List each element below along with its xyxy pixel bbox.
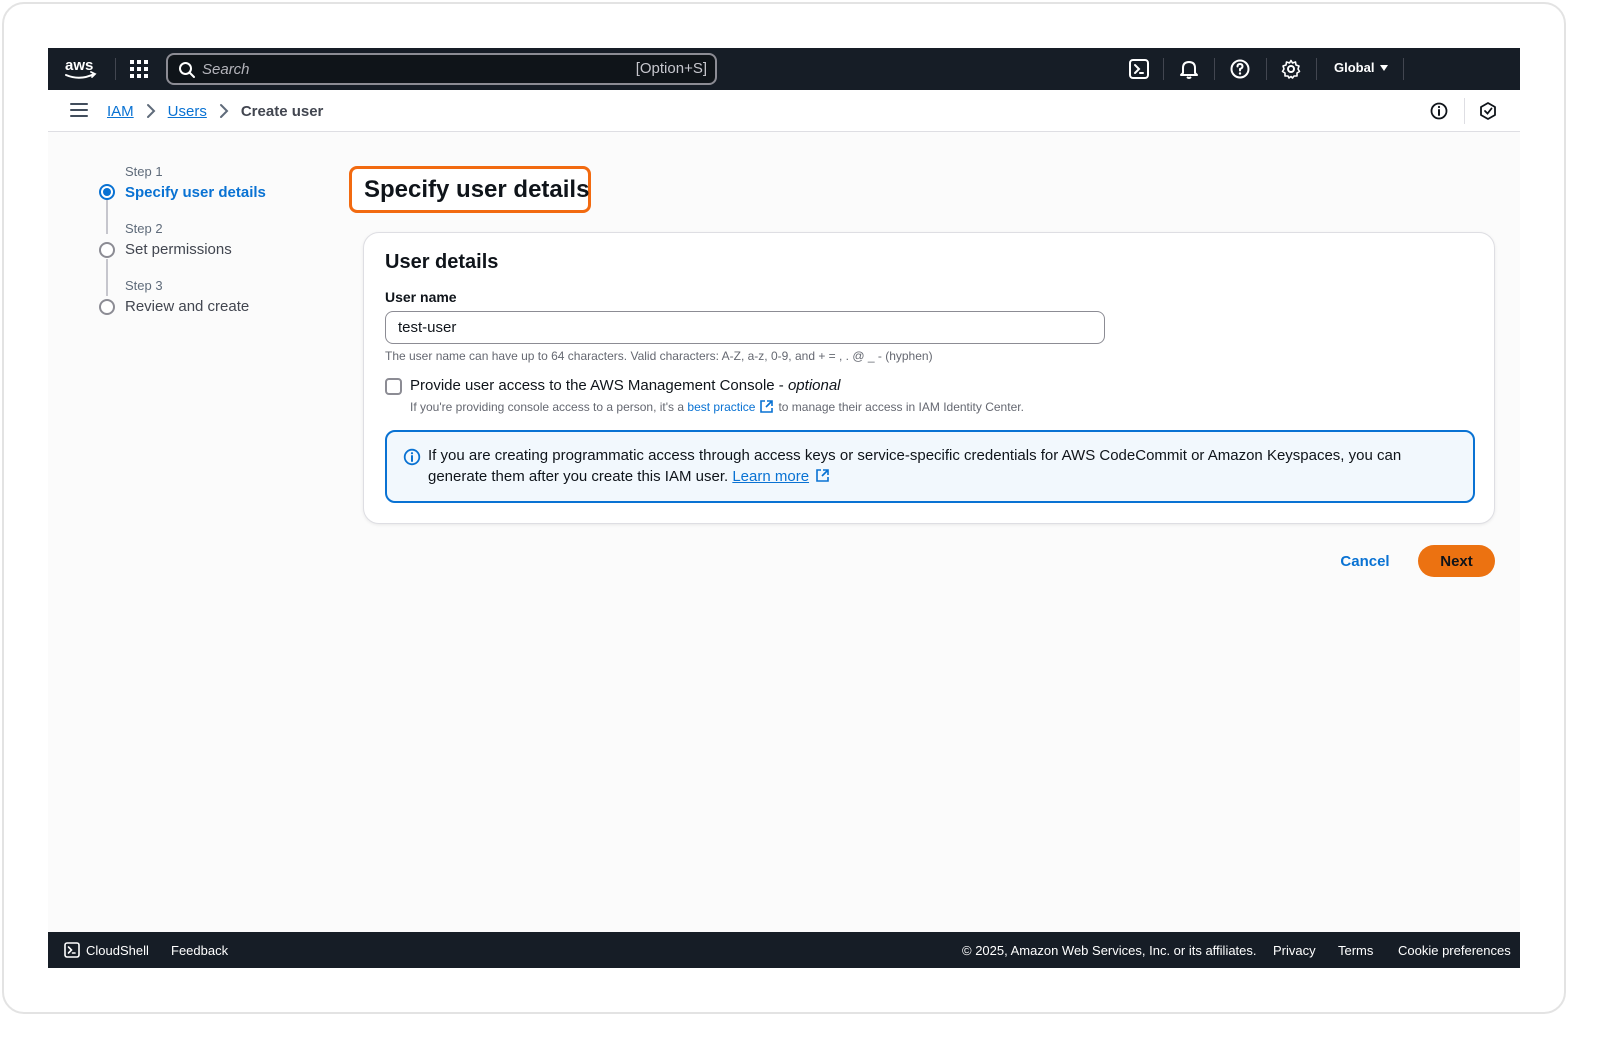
menu-hamburger-icon[interactable]	[70, 103, 88, 119]
cancel-button[interactable]: Cancel	[1330, 545, 1400, 577]
chevron-right-icon	[219, 104, 229, 118]
best-practice-link[interactable]: best practice	[687, 400, 755, 414]
breadcrumb-iam[interactable]: IAM	[107, 103, 134, 120]
step-1-number: Step 1	[125, 164, 163, 179]
breadcrumb: IAM Users Create user	[107, 102, 323, 120]
console-access-checkbox[interactable]	[385, 378, 402, 395]
footer-feedback-link[interactable]: Feedback	[171, 943, 228, 958]
next-button[interactable]: Next	[1418, 545, 1495, 577]
settings-gear-icon[interactable]	[1280, 58, 1302, 80]
step-1-title[interactable]: Specify user details	[125, 184, 266, 201]
user-name-input[interactable]	[385, 311, 1105, 344]
nav-divider	[1214, 58, 1215, 80]
nav-divider	[1163, 58, 1164, 80]
nav-divider	[1266, 58, 1267, 80]
info-icon[interactable]	[1429, 101, 1449, 121]
user-name-hint: The user name can have up to 64 characte…	[385, 349, 933, 363]
services-grid-icon[interactable]	[130, 60, 148, 78]
alert-message: If you are creating programmatic access …	[428, 447, 1402, 485]
svg-text:aws: aws	[65, 57, 93, 74]
step-1-indicator-icon	[99, 184, 115, 200]
footer-privacy-link[interactable]: Privacy	[1273, 943, 1316, 958]
step-2-number: Step 2	[125, 221, 163, 236]
step-3-indicator-icon	[99, 299, 115, 315]
cloudshell-icon[interactable]	[1128, 58, 1150, 80]
step-3-number: Step 3	[125, 278, 163, 293]
info-icon	[403, 448, 421, 466]
section-title: User details	[385, 251, 499, 273]
breadcrumb-users[interactable]: Users	[168, 103, 207, 120]
search-input[interactable]	[202, 59, 622, 79]
footer-terms-link[interactable]: Terms	[1338, 943, 1373, 958]
nav-divider	[115, 58, 116, 80]
console-footer: CloudShell Feedback © 2025, Amazon Web S…	[48, 932, 1520, 968]
user-details-container: User details User name The user name can…	[363, 232, 1495, 524]
learn-more-link[interactable]: Learn more	[732, 468, 809, 485]
nav-divider	[1316, 58, 1317, 80]
console-access-label[interactable]: Provide user access to the AWS Managemen…	[410, 377, 841, 394]
external-link-icon	[816, 469, 830, 482]
top-navigation: aws [Option+S]	[48, 48, 1520, 90]
footer-copyright: © 2025, Amazon Web Services, Inc. or its…	[962, 943, 1257, 958]
chevron-right-icon	[146, 104, 156, 118]
security-shield-icon[interactable]	[1478, 101, 1498, 121]
nav-divider	[1403, 58, 1404, 80]
region-selector[interactable]: Global	[1334, 60, 1389, 75]
notifications-bell-icon[interactable]	[1178, 58, 1200, 80]
breadcrumb-bar: IAM Users Create user	[48, 90, 1520, 132]
crumb-divider	[1464, 98, 1465, 124]
caret-down-icon	[1380, 64, 1389, 71]
step-2-indicator-icon	[99, 242, 115, 258]
info-alert: If you are creating programmatic access …	[385, 430, 1475, 503]
user-name-label: User name	[385, 289, 457, 305]
footer-cookie-preferences-link[interactable]: Cookie preferences	[1398, 943, 1511, 958]
page-title-highlight: Specify user details	[349, 166, 591, 213]
search-shortcut-hint: [Option+S]	[635, 60, 707, 77]
console-access-description: If you're providing console access to a …	[410, 399, 1024, 414]
footer-cloudshell-link[interactable]: CloudShell	[86, 943, 149, 958]
aws-console-window: aws [Option+S]	[48, 48, 1520, 968]
region-label: Global	[1334, 60, 1375, 75]
page-title: Specify user details	[364, 176, 590, 203]
cloudshell-icon[interactable]	[64, 942, 80, 958]
help-icon[interactable]	[1229, 58, 1251, 80]
search-bar[interactable]: [Option+S]	[166, 53, 717, 85]
step-2-title: Set permissions	[125, 241, 232, 258]
breadcrumb-current: Create user	[240, 102, 324, 120]
optional-label: optional	[787, 377, 841, 394]
step-connector	[106, 194, 108, 234]
step-connector	[106, 259, 108, 296]
aws-logo-icon[interactable]: aws	[62, 55, 102, 83]
step-3-title: Review and create	[125, 298, 250, 315]
external-link-icon	[760, 400, 774, 413]
search-icon	[179, 62, 195, 78]
